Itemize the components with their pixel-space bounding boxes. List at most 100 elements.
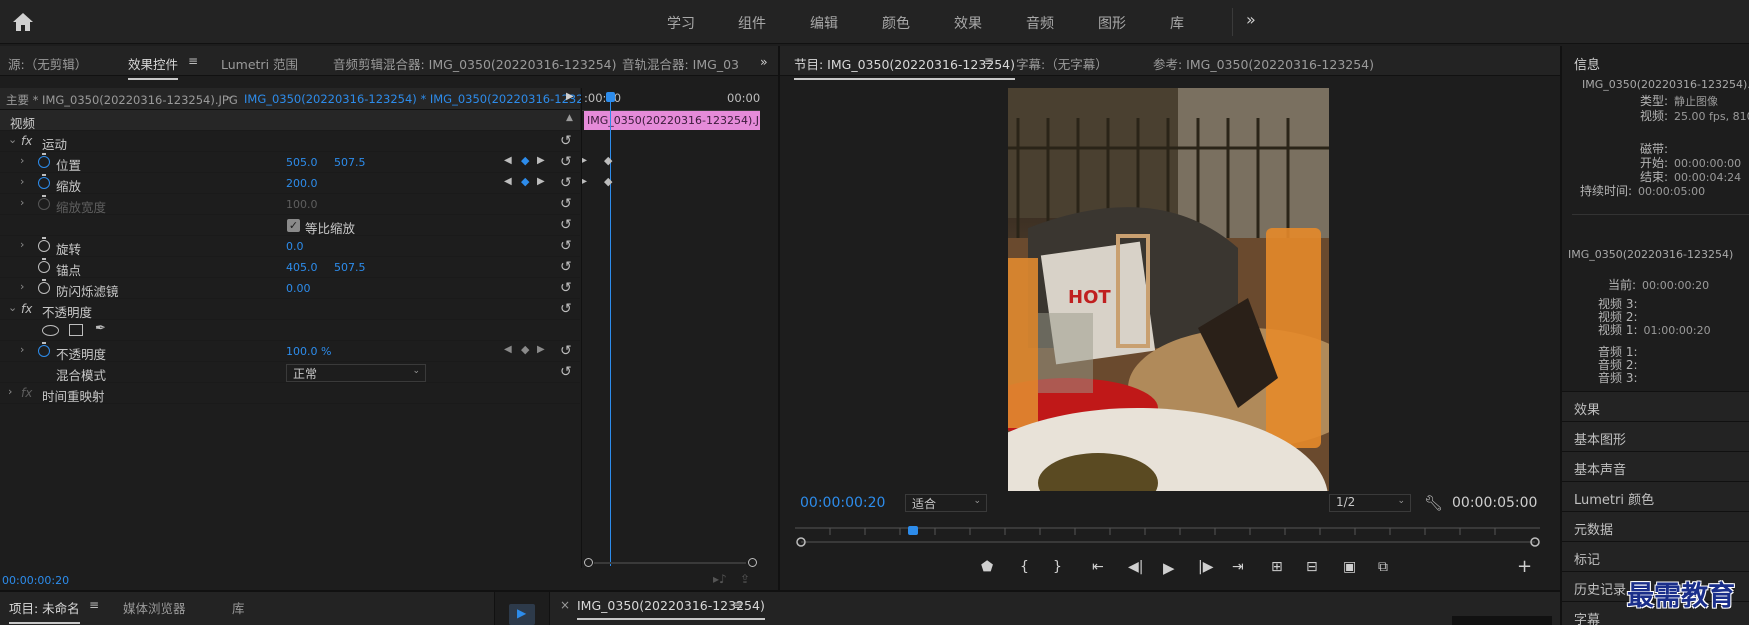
next-keyframe-icon[interactable]: ▶: [537, 176, 545, 187]
workspace-learn[interactable]: 学习: [667, 13, 695, 33]
go-to-out-icon[interactable]: ⇥: [1232, 559, 1244, 575]
reset-icon[interactable]: ↺: [560, 133, 572, 149]
chevron-right-icon[interactable]: ›: [20, 280, 24, 293]
keyframe-nav-icon[interactable]: ▸: [582, 155, 587, 166]
tab-reference[interactable]: 参考: IMG_0350(20220316-123254): [1153, 54, 1374, 73]
reset-icon[interactable]: ↺: [560, 343, 572, 359]
scale-value[interactable]: 200.0: [286, 177, 318, 190]
prev-keyframe-icon[interactable]: ◀: [504, 155, 512, 166]
tab-lumetri-scopes[interactable]: Lumetri 范围: [221, 54, 298, 73]
program-timecode[interactable]: 00:00:00:20: [800, 495, 885, 511]
workspace-libraries[interactable]: 库: [1170, 13, 1184, 33]
sidebar-item-markers[interactable]: 标记: [1562, 541, 1749, 571]
time-remap-row[interactable]: › fx 时间重映射: [0, 383, 580, 404]
ellipse-mask-icon[interactable]: [42, 325, 59, 336]
pen-mask-icon[interactable]: ✒: [95, 321, 106, 336]
next-keyframe-icon[interactable]: ▶: [537, 155, 545, 166]
export-icon[interactable]: ⇪: [740, 572, 750, 586]
fx-icon[interactable]: fx: [21, 134, 32, 148]
tab-program[interactable]: 节目: IMG_0350(20220316-123254): [794, 54, 1016, 80]
sidebar-item-lumetri-color[interactable]: Lumetri 颜色: [1562, 481, 1749, 511]
rectangle-mask-icon[interactable]: [69, 324, 83, 336]
keyframe-diamond-icon[interactable]: ◆: [604, 154, 612, 167]
tab-effect-controls[interactable]: 效果控件: [128, 54, 179, 80]
play-audio-icon[interactable]: ▸♪: [713, 572, 727, 586]
play-triangle-icon[interactable]: ▶: [566, 91, 574, 102]
chevron-right-icon[interactable]: ›: [20, 175, 24, 188]
workspace-effects[interactable]: 效果: [954, 13, 982, 33]
reset-icon[interactable]: ↺: [560, 175, 572, 191]
stopwatch-icon[interactable]: [38, 153, 50, 168]
motion-effect-row[interactable]: ⌄ fx 运动 ↺: [0, 131, 580, 152]
camera-icon[interactable]: ▣: [1343, 559, 1356, 575]
panel-menu-icon[interactable]: ≡: [188, 54, 198, 68]
position-y-value[interactable]: 507.5: [334, 156, 366, 169]
selection-tool-button[interactable]: ▶: [509, 604, 535, 625]
keyframe-nav-icon[interactable]: ▸: [582, 176, 587, 187]
keyframe-diamond-icon[interactable]: ◆: [604, 175, 612, 188]
lift-icon[interactable]: ⊞: [1271, 559, 1283, 575]
chevron-expanded-icon[interactable]: ⌄: [8, 301, 17, 314]
add-marker-icon[interactable]: ⬟: [981, 559, 993, 575]
stopwatch-icon[interactable]: [38, 279, 50, 294]
tab-captions[interactable]: 字幕:（无字幕）: [1016, 54, 1108, 73]
add-button-icon[interactable]: +: [1517, 556, 1532, 577]
master-clip-label[interactable]: 主要 * IMG_0350(20220316-123254).JPG: [6, 92, 238, 108]
stopwatch-icon[interactable]: [38, 342, 50, 357]
scroll-up-icon[interactable]: ▲: [566, 113, 573, 123]
workspace-color[interactable]: 颜色: [882, 13, 910, 33]
tab-libraries[interactable]: 库: [232, 598, 245, 617]
reset-icon[interactable]: ↺: [560, 154, 572, 170]
play-icon[interactable]: ▶: [1163, 559, 1175, 577]
reset-icon[interactable]: ↺: [560, 301, 572, 317]
chevron-right-icon[interactable]: ›: [20, 154, 24, 167]
antiflicker-value[interactable]: 0.00: [286, 282, 311, 295]
uniform-scale-checkbox[interactable]: ✓: [287, 219, 300, 232]
sidebar-item-effects[interactable]: 效果: [1562, 391, 1749, 421]
sidebar-item-metadata[interactable]: 元数据: [1562, 511, 1749, 541]
effect-controls-timecode[interactable]: 00:00:00:20: [2, 574, 69, 587]
add-keyframe-icon[interactable]: ◆: [521, 343, 529, 356]
fit-dropdown[interactable]: 适合 ⌄: [905, 494, 987, 512]
home-icon[interactable]: [12, 12, 34, 32]
more-workspaces-button[interactable]: »: [1246, 10, 1256, 29]
reset-icon[interactable]: ↺: [560, 259, 572, 275]
info-title[interactable]: 信息: [1574, 54, 1600, 73]
tab-source[interactable]: 源:（无剪辑）: [8, 54, 87, 73]
anchor-x-value[interactable]: 405.0: [286, 261, 318, 274]
anchor-y-value[interactable]: 507.5: [334, 261, 366, 274]
program-video-frame[interactable]: HOT: [1008, 88, 1329, 491]
sidebar-item-essential-sound[interactable]: 基本声音: [1562, 451, 1749, 481]
sidebar-item-essential-graphics[interactable]: 基本图形: [1562, 421, 1749, 451]
next-keyframe-icon[interactable]: ▶: [537, 344, 545, 355]
workspace-editing[interactable]: 编辑: [810, 13, 838, 33]
resolution-dropdown[interactable]: 1/2 ⌄: [1329, 494, 1411, 512]
chevron-right-icon[interactable]: ›: [20, 343, 24, 356]
extract-icon[interactable]: ⊟: [1306, 559, 1318, 575]
opacity-effect-row[interactable]: ⌄ fx 不透明度 ↺: [0, 299, 580, 320]
stopwatch-icon[interactable]: [38, 237, 50, 252]
add-keyframe-icon[interactable]: ◆: [521, 154, 529, 167]
chevron-down-icon[interactable]: ⌄: [226, 91, 234, 102]
step-forward-icon[interactable]: |▶: [1198, 559, 1213, 575]
chevron-right-icon[interactable]: ›: [8, 385, 12, 398]
fx-icon[interactable]: fx: [21, 302, 32, 316]
stopwatch-icon[interactable]: [38, 258, 50, 273]
panel-menu-icon[interactable]: ≡: [89, 598, 99, 612]
add-keyframe-icon[interactable]: ◆: [521, 175, 529, 188]
reset-icon[interactable]: ↺: [560, 217, 572, 233]
mark-in-icon[interactable]: {: [1020, 559, 1029, 575]
blend-mode-dropdown[interactable]: 正常 ⌄: [286, 364, 426, 382]
reset-icon[interactable]: ↺: [560, 280, 572, 296]
tab-audio-clip-mixer[interactable]: 音频剪辑混合器: IMG_0350(20220316-123254): [333, 54, 617, 73]
reset-icon[interactable]: ↺: [560, 238, 572, 254]
workspace-graphics[interactable]: 图形: [1098, 13, 1126, 33]
wrench-icon[interactable]: 🔧︎: [1424, 494, 1443, 512]
prev-keyframe-icon[interactable]: ◀: [504, 176, 512, 187]
opacity-value[interactable]: 100.0 %: [286, 345, 331, 358]
compare-view-icon[interactable]: ⧉: [1378, 559, 1388, 575]
chevron-expanded-icon[interactable]: ⌄: [8, 133, 17, 146]
mark-out-icon[interactable]: }: [1053, 559, 1062, 575]
tab-audio-track-mixer[interactable]: 音轨混合器: IMG_03: [622, 54, 738, 73]
workspace-assembly[interactable]: 组件: [738, 13, 766, 33]
